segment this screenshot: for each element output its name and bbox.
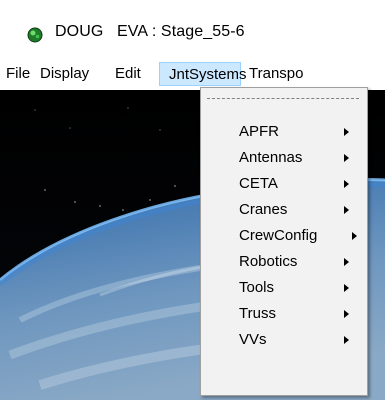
submenu-arrow-icon	[344, 310, 349, 318]
doug-window: DOUG EVA : Stage_55-6 File Display Edit …	[0, 0, 385, 400]
submenu-arrow-icon	[352, 232, 357, 240]
menu-item-robotics[interactable]: Robotics	[203, 250, 365, 275]
submenu-arrow-icon	[344, 258, 349, 266]
menu-item-antennas[interactable]: Antennas	[203, 146, 365, 171]
menu-jntsystems[interactable]: JntSystems	[159, 62, 247, 86]
menu-item-label: Robotics	[239, 253, 298, 270]
window-title: DOUG EVA : Stage_55-6	[55, 23, 245, 40]
jntsystems-dropdown: APFR Antennas CETA Cranes CrewConfig Rob…	[200, 87, 368, 396]
title-bar: DOUG EVA : Stage_55-6	[0, 0, 385, 60]
menu-item-label: Antennas	[239, 149, 303, 166]
menu-item-tools[interactable]: Tools	[203, 276, 365, 301]
submenu-arrow-icon	[344, 206, 349, 214]
menu-item-label: CETA	[239, 175, 278, 192]
menu-jntsystems-label: JntSystems	[169, 66, 247, 83]
menu-item-label: APFR	[239, 123, 280, 140]
menu-item-label: Cranes	[239, 201, 288, 218]
submenu-arrow-icon	[344, 284, 349, 292]
menu-item-vvs[interactable]: VVs	[203, 328, 365, 353]
tearoff-dashed-line	[207, 98, 359, 99]
menu-item-label: Tools	[239, 279, 275, 296]
doug-app-icon	[27, 27, 43, 43]
tearoff-line[interactable]	[205, 93, 361, 105]
menu-item-apfr[interactable]: APFR	[203, 120, 365, 145]
menu-item-label: Truss	[239, 305, 276, 322]
submenu-arrow-icon	[344, 336, 349, 344]
menu-file[interactable]: File	[4, 62, 36, 86]
menu-edit[interactable]: Edit	[115, 62, 153, 86]
submenu-arrow-icon	[344, 128, 349, 136]
submenu-arrow-icon	[344, 180, 349, 188]
menu-display[interactable]: Display	[40, 62, 102, 86]
menu-item-label: CrewConfig	[239, 227, 318, 244]
menu-transport[interactable]: Transpo	[249, 62, 385, 86]
menu-item-label: VVs	[239, 331, 267, 348]
menu-item-cranes[interactable]: Cranes	[203, 198, 365, 223]
menu-item-crewconfig[interactable]: CrewConfig	[203, 224, 365, 249]
submenu-arrow-icon	[344, 154, 349, 162]
menu-bar: File Display Edit JntSystems Transpo	[0, 62, 385, 88]
menu-item-ceta[interactable]: CETA	[203, 172, 365, 197]
menu-item-truss[interactable]: Truss	[203, 302, 365, 327]
